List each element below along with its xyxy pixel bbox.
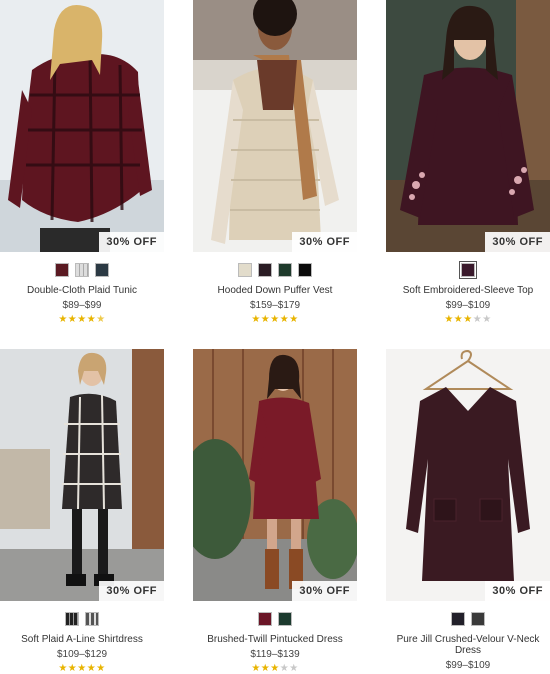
product-image[interactable]: 30% OFF <box>0 0 164 252</box>
star-icon: ★ <box>67 314 78 325</box>
star-icon: ★ <box>86 314 97 325</box>
star-icon: ★ <box>77 663 87 674</box>
product-card[interactable]: 30% OFF Soft Embroidered-Sleeve Top $99–… <box>386 0 550 325</box>
star-icon: ★ <box>453 314 464 325</box>
color-swatch[interactable] <box>451 612 465 626</box>
product-name[interactable]: Double-Cloth Plaid Tunic <box>0 285 164 296</box>
color-swatch[interactable] <box>238 263 252 277</box>
color-swatches <box>0 263 164 277</box>
product-price: $159–$179 <box>249 300 301 311</box>
product-price: $109–$129 <box>56 649 108 660</box>
color-swatch[interactable] <box>65 612 79 626</box>
product-card[interactable]: 30% OFF Soft Plaid A-Line Shirtdress $10… <box>0 349 164 674</box>
product-name[interactable]: Brushed-Twill Pintucked Dress <box>193 634 357 645</box>
product-photo-woman-red-plaid-tunic <box>0 0 164 252</box>
star-icon: ★ <box>58 663 68 674</box>
star-icon: ★ <box>482 314 492 325</box>
product-image[interactable]: 30% OFF <box>0 349 164 601</box>
rating-stars: ★ ★ ★ ★ ★ <box>386 314 550 325</box>
star-icon: ★ <box>279 314 290 325</box>
product-card[interactable]: 30% OFF Hooded Down Puffer Vest $159–$17… <box>193 0 357 325</box>
color-swatch[interactable] <box>95 263 109 277</box>
discount-badge: 30% OFF <box>292 581 357 601</box>
product-price: $89–$99 <box>62 300 102 311</box>
product-price: $99–$109 <box>445 300 491 311</box>
product-name[interactable]: Hooded Down Puffer Vest <box>193 285 357 296</box>
product-card[interactable]: 30% OFF Pure Jill Crushed-Velour V-Neck … <box>386 349 550 674</box>
discount-badge: 30% OFF <box>485 232 550 252</box>
product-card[interactable]: 30% OFF Double-Cloth Plaid Tunic $89–$99… <box>0 0 164 325</box>
star-icon: ★ <box>463 314 473 325</box>
product-photo-woman-red-pintucked-dress <box>193 349 357 601</box>
rating-stars: ★ ★ ★ ★ ★ <box>193 314 357 325</box>
star-icon: ★ <box>251 663 261 674</box>
product-photo-woman-embroidered-top <box>386 0 550 252</box>
color-swatches <box>193 263 357 277</box>
star-icon: ★ <box>77 314 87 325</box>
star-icon: ★ <box>289 314 299 325</box>
product-image[interactable]: 30% OFF <box>386 349 550 601</box>
color-swatch[interactable] <box>258 263 272 277</box>
color-swatch[interactable] <box>471 612 485 626</box>
discount-badge: 30% OFF <box>99 232 164 252</box>
color-swatch[interactable] <box>75 263 89 277</box>
product-price: $119–$139 <box>250 649 300 660</box>
product-photo-velour-dress-on-hanger <box>386 349 550 601</box>
product-image[interactable]: 30% OFF <box>386 0 550 252</box>
product-photo-woman-cream-puffer-vest <box>193 0 357 252</box>
color-swatch[interactable] <box>258 612 272 626</box>
color-swatches <box>386 612 550 626</box>
discount-badge: 30% OFF <box>292 232 357 252</box>
color-swatch[interactable] <box>55 263 69 277</box>
discount-badge: 30% OFF <box>485 581 550 601</box>
star-icon: ★ <box>86 663 97 674</box>
product-photo-woman-plaid-shirtdress <box>0 349 164 601</box>
star-icon: ★ <box>270 314 280 325</box>
color-swatch[interactable] <box>298 263 312 277</box>
product-price: $99–$109 <box>445 660 491 671</box>
product-name[interactable]: Soft Plaid A-Line Shirtdress <box>0 634 164 645</box>
product-image[interactable]: 30% OFF <box>193 0 357 252</box>
star-icon: ★ <box>67 663 78 674</box>
star-icon: ★ <box>289 663 299 674</box>
star-icon: ★ <box>270 663 280 674</box>
star-icon: ★ <box>260 663 271 674</box>
star-icon: ★ <box>96 663 106 674</box>
star-icon: ★ <box>444 314 454 325</box>
product-card[interactable]: 30% OFF Brushed-Twill Pintucked Dress $1… <box>193 349 357 674</box>
color-swatches <box>0 612 164 626</box>
product-grid: 30% OFF Double-Cloth Plaid Tunic $89–$99… <box>0 0 550 674</box>
rating-stars: ★ ★ ★ ★ ★ <box>193 663 357 674</box>
star-icon: ★ <box>58 314 68 325</box>
product-name[interactable]: Pure Jill Crushed-Velour V-Neck Dress <box>386 634 550 656</box>
star-icon: ★ <box>472 314 483 325</box>
color-swatches <box>193 612 357 626</box>
rating-stars: ★ ★ ★ ★ ★ <box>0 314 164 325</box>
color-swatch[interactable] <box>459 261 477 279</box>
color-swatch[interactable] <box>85 612 99 626</box>
star-icon: ★ <box>96 314 106 325</box>
star-icon: ★ <box>251 314 261 325</box>
product-name[interactable]: Soft Embroidered-Sleeve Top <box>386 285 550 296</box>
discount-badge: 30% OFF <box>99 581 164 601</box>
rating-stars: ★ ★ ★ ★ ★ <box>0 663 164 674</box>
color-swatch[interactable] <box>278 612 292 626</box>
product-image[interactable]: 30% OFF <box>193 349 357 601</box>
color-swatches <box>386 261 550 279</box>
star-icon: ★ <box>279 663 290 674</box>
color-swatch[interactable] <box>278 263 292 277</box>
star-icon: ★ <box>260 314 271 325</box>
